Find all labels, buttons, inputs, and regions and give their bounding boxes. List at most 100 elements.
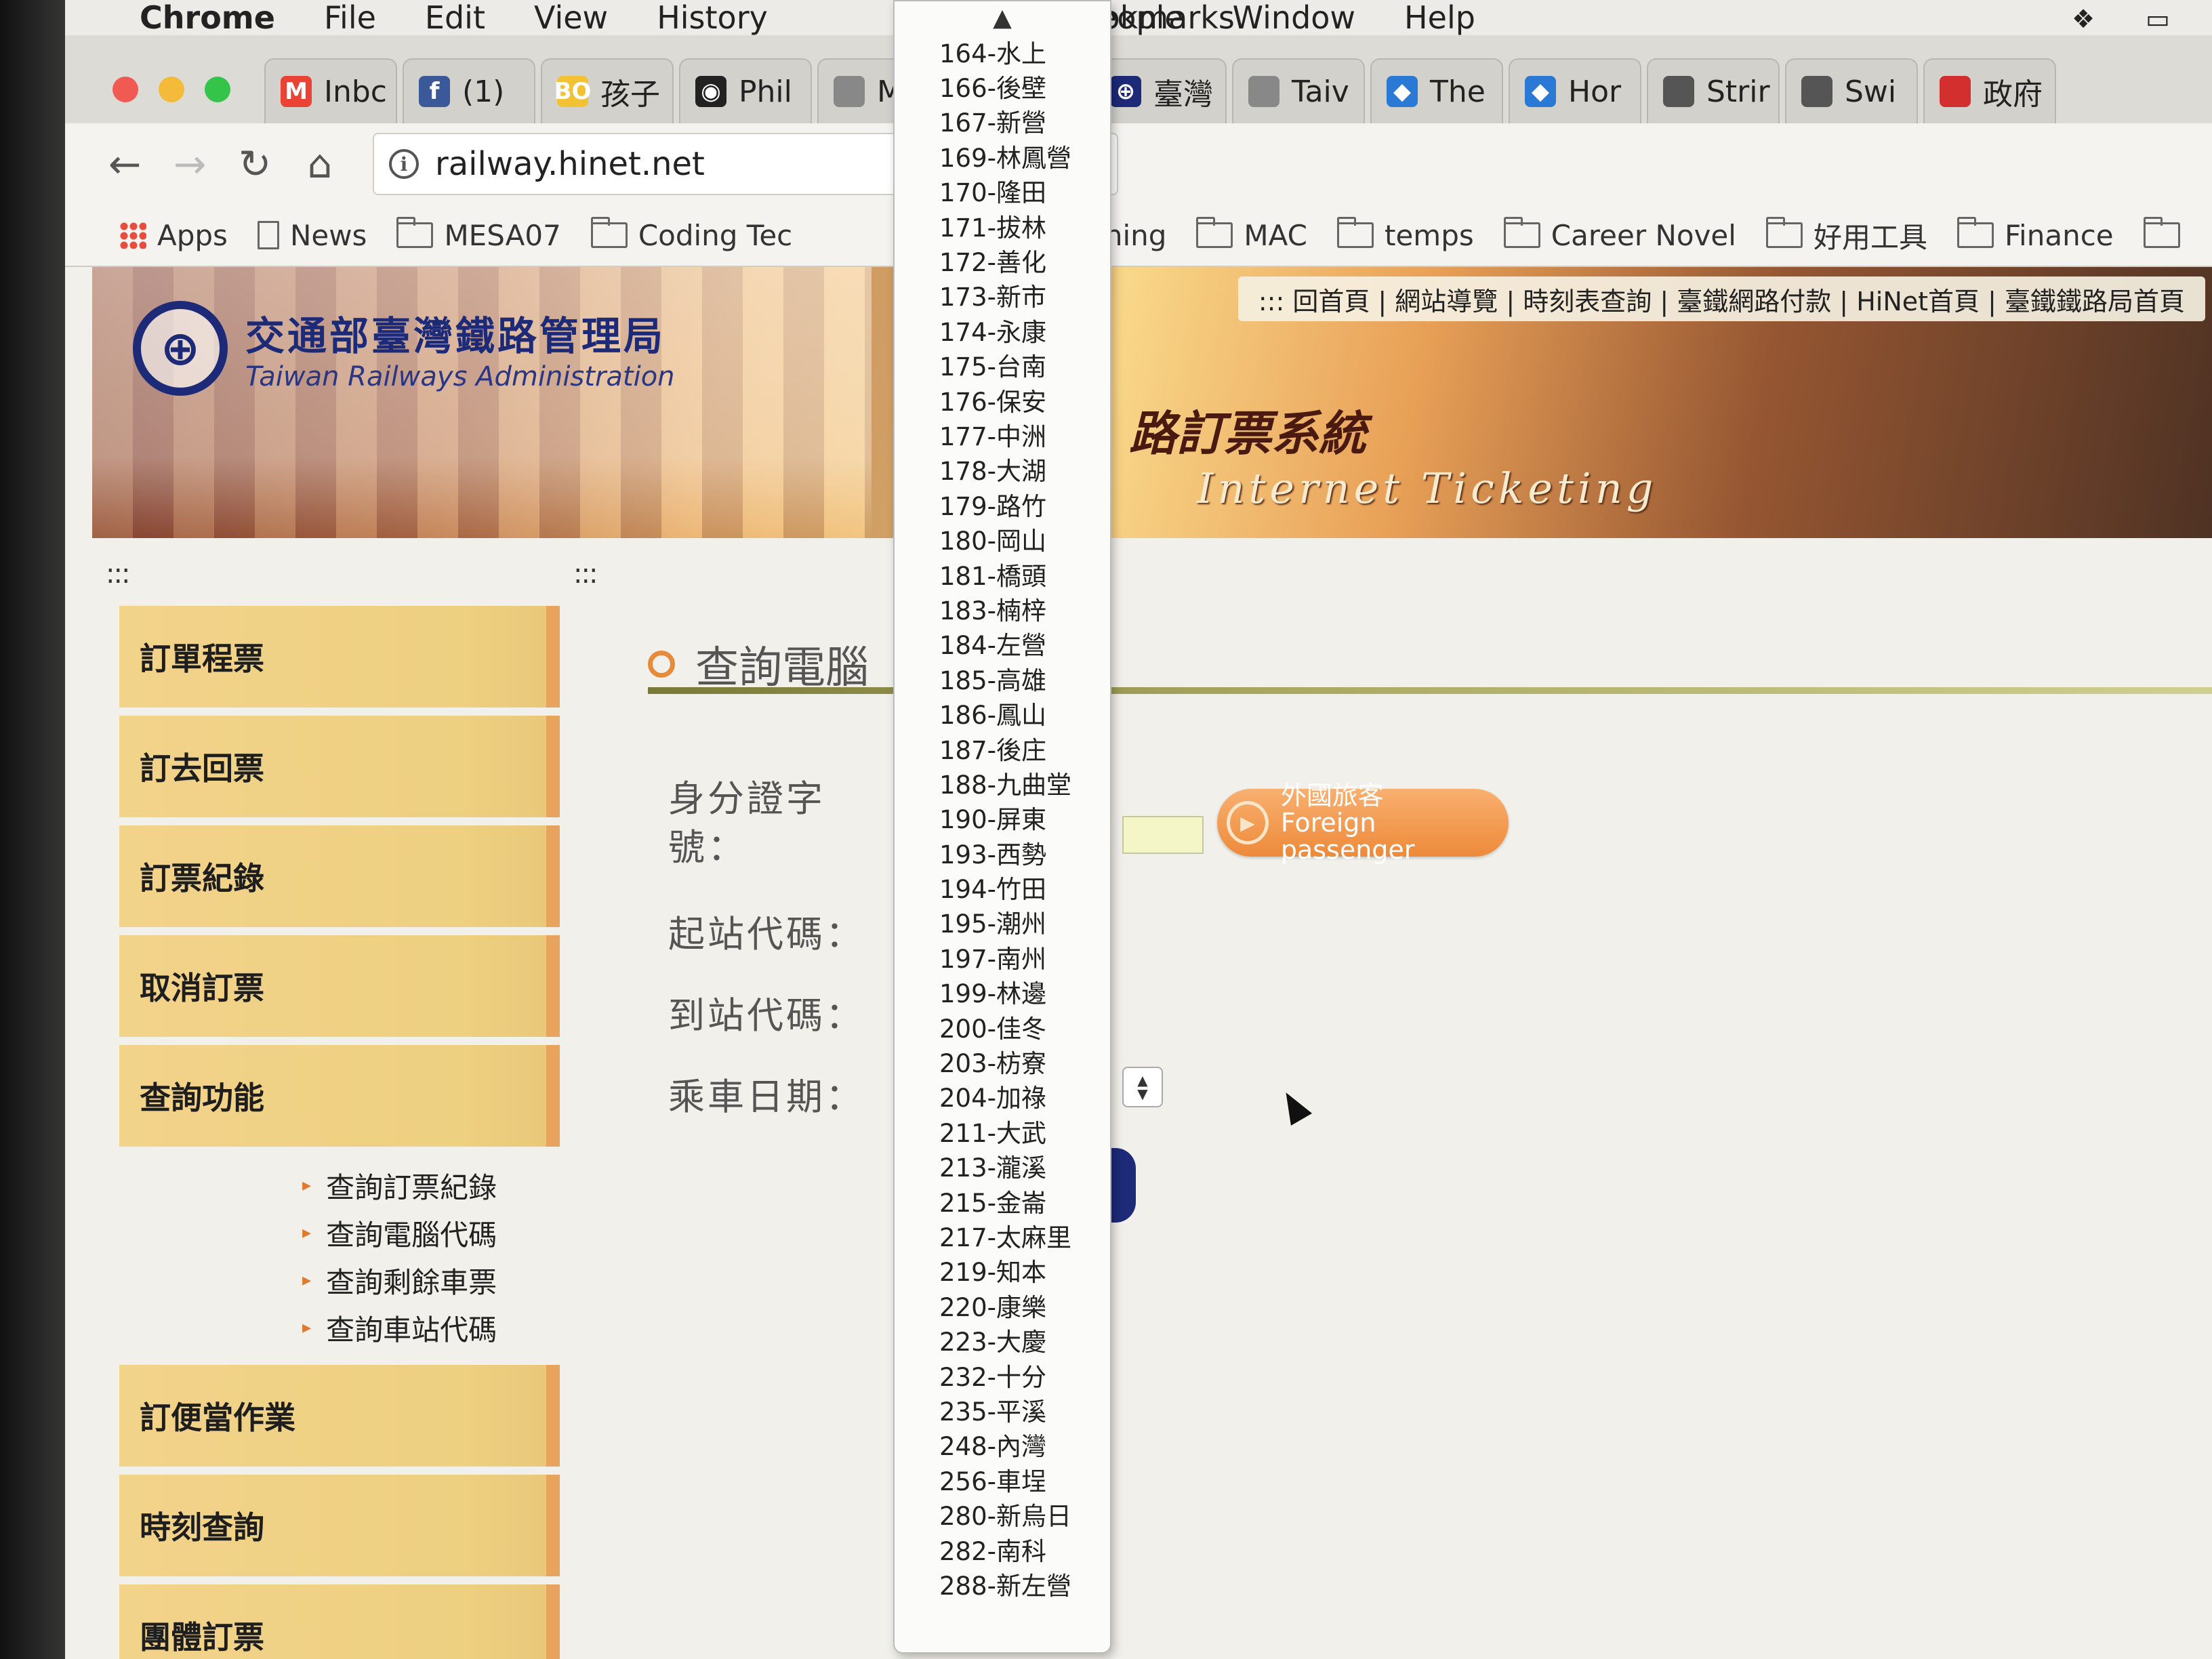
station-option[interactable]: 211-大武 [895,1113,1110,1148]
url-text[interactable]: railway.hinet.net [435,145,705,183]
station-option[interactable]: 176-保安 [895,382,1110,417]
station-option[interactable]: 164-水上 [895,34,1110,68]
top-links[interactable]: ::: 回首頁 | 網站導覽 | 時刻表查詢 | 臺鐵網路付款 | HiNet首… [1237,276,2205,321]
station-option[interactable]: 172-善化 [895,243,1110,277]
station-option[interactable]: 190-屏東 [895,800,1110,835]
browser-tab[interactable]: BO 孩子 [541,58,674,123]
bookmark-folder-overflow[interactable] [2143,217,2180,248]
bookmark-folder-temps[interactable]: temps [1336,217,1474,252]
reload-icon[interactable]: ↻ [222,141,287,187]
browser-tab[interactable]: 政府 [1923,58,2056,123]
bookmark-news[interactable]: News [257,219,367,252]
station-dropdown-list[interactable]: ▲ 164-水上 166-後壁 167-新營 169-林鳳營 170-隆田 171-拔林 1… [893,0,1111,1654]
station-option[interactable]: 195-潮州 [895,905,1110,939]
station-option[interactable]: 181-橋頭 [895,556,1110,591]
bookmark-folder-mac[interactable]: MAC [1196,217,1307,252]
sidebar-item-booking-record[interactable]: 訂票紀錄 [119,825,560,927]
station-option[interactable]: 179-路竹 [895,487,1110,521]
submenu-query-remaining[interactable]: ▸ 查詢剩餘車票 [302,1256,560,1304]
station-option[interactable]: 199-林邊 [895,975,1110,1009]
station-option[interactable]: 235-平溪 [895,1392,1110,1427]
scroll-up-arrow-icon[interactable]: ▲ [895,4,1110,34]
forward-arrow-icon[interactable]: → [157,141,222,187]
browser-tab[interactable]: ◆ Hor [1509,58,1641,123]
menu-app-chrome[interactable]: Chrome [140,0,275,36]
bookmark-folder-finance[interactable]: Finance [1957,217,2114,252]
foreign-passenger-button[interactable]: ▶ 外國旅客 Foreign passenger [1217,782,1509,863]
station-option[interactable]: 188-九曲堂 [895,765,1110,800]
station-option[interactable]: 288-新左營 [895,1566,1110,1601]
back-arrow-icon[interactable]: ← [92,141,157,187]
station-option[interactable]: 186-鳳山 [895,695,1110,730]
bookmark-folder-mesa07[interactable]: MESA07 [396,217,561,252]
station-option[interactable]: 173-新市 [895,278,1110,312]
station-option[interactable]: 194-竹田 [895,869,1110,904]
sidebar-item-cancel-booking[interactable]: 取消訂票 [119,935,560,1037]
menu-view[interactable]: View [534,0,608,36]
bookmark-folder-career-novel[interactable]: Career Novel [1503,217,1736,252]
station-option[interactable]: 280-新烏日 [895,1496,1110,1531]
station-option[interactable]: 169-林鳳營 [895,138,1110,173]
browser-tab[interactable]: Strir [1647,58,1780,123]
tra-logo[interactable]: ⊕ 交通部臺灣鐵路管理局 Taiwan Railways Administrat… [133,301,675,396]
station-option[interactable]: 213-瀧溪 [895,1149,1110,1183]
browser-tab[interactable]: M Inbc [264,58,397,123]
sidebar-item-timetable[interactable]: 時刻查詢 [119,1475,560,1576]
station-option[interactable]: 180-岡山 [895,521,1110,556]
dropbox-icon[interactable]: ❖ [2063,4,2104,34]
station-option[interactable]: 248-內灣 [895,1427,1110,1462]
station-option[interactable]: 256-車埕 [895,1462,1110,1496]
sidebar-item-single-ticket[interactable]: 訂單程票 [119,606,560,708]
browser-tab[interactable]: Swi [1785,58,1918,123]
station-option[interactable]: 185-高雄 [895,661,1110,695]
date-select-stepper[interactable]: ▲ ▼ [1122,1067,1163,1107]
menu-edit[interactable]: Edit [425,0,485,36]
browser-tab[interactable]: ◉ Phil [679,58,812,123]
station-option[interactable]: 220-康樂 [895,1288,1110,1322]
id-number-input[interactable] [1122,816,1204,854]
station-option[interactable]: 167-新營 [895,104,1110,138]
submenu-query-code[interactable]: ▸ 查詢電腦代碼 [302,1209,560,1256]
station-option[interactable]: 282-南科 [895,1532,1110,1566]
menu-help[interactable]: Help [1404,0,1475,36]
browser-tab[interactable]: ⊕ 臺灣 [1094,58,1227,123]
station-option[interactable]: 166-後壁 [895,68,1110,103]
zoom-window-button[interactable] [205,77,230,102]
station-option[interactable]: 232-十分 [895,1357,1110,1392]
submit-button[interactable] [1109,1148,1136,1223]
close-window-button[interactable] [112,77,138,102]
station-option[interactable]: 219-知本 [895,1253,1110,1288]
station-option[interactable]: 183-楠梓 [895,591,1110,626]
bookmark-folder-tools[interactable]: 好用工具 [1765,215,1927,256]
menu-window[interactable]: Window [1233,0,1355,36]
bookmark-apps[interactable]: Apps [119,219,228,252]
minimize-window-button[interactable] [159,77,184,102]
airplay-icon[interactable]: ▭ [2137,4,2178,34]
submenu-query-record[interactable]: ▸ 查詢訂票紀錄 [302,1162,560,1209]
browser-tab[interactable]: Taiv [1232,58,1365,123]
submenu-query-station-code[interactable]: ▸ 查詢車站代碼 [302,1304,560,1351]
browser-tab[interactable]: ◆ The [1370,58,1503,123]
station-option[interactable]: 204-加祿 [895,1079,1110,1113]
sidebar-item-bento[interactable]: 訂便當作業 [119,1365,560,1467]
station-option[interactable]: 174-永康 [895,312,1110,347]
menu-file[interactable]: File [324,0,376,36]
home-icon[interactable]: ⌂ [287,141,352,187]
menu-history[interactable]: History [657,0,768,36]
station-option[interactable]: 200-佳冬 [895,1009,1110,1044]
station-option[interactable]: 175-台南 [895,348,1110,382]
station-option[interactable]: 171-拔林 [895,208,1110,243]
sidebar-item-group-booking[interactable]: 團體訂票 [119,1584,560,1659]
station-option[interactable]: 170-隆田 [895,173,1110,208]
sidebar-item-query[interactable]: 查詢功能 [119,1045,560,1147]
station-option[interactable]: 177-中洲 [895,417,1110,451]
station-option[interactable]: 203-枋寮 [895,1044,1110,1078]
station-option[interactable]: 187-後庄 [895,731,1110,765]
browser-tab[interactable]: f (1) [403,58,535,123]
station-option[interactable]: 178-大湖 [895,452,1110,487]
station-option[interactable]: 197-南州 [895,939,1110,974]
station-option[interactable]: 217-太麻里 [895,1218,1110,1252]
info-icon[interactable]: i [389,149,419,179]
sidebar-item-round-trip[interactable]: 訂去回票 [119,716,560,817]
station-option[interactable]: 184-左營 [895,626,1110,661]
